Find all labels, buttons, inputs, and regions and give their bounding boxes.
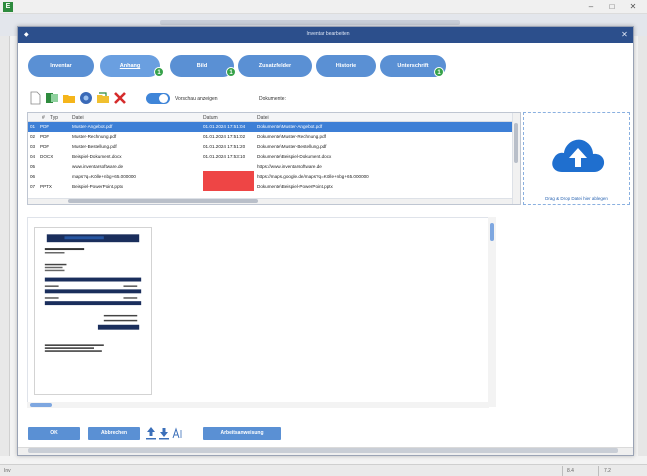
- app-side-panel: [0, 36, 10, 456]
- column-header-file[interactable]: Datei: [72, 115, 84, 121]
- app-logo-icon: E: [3, 2, 13, 12]
- maximize-button[interactable]: □: [603, 1, 621, 13]
- dialog-close-button[interactable]: ✕: [618, 29, 631, 41]
- column-header-number[interactable]: #: [42, 115, 45, 121]
- preview-vertical-scroll-thumb[interactable]: [490, 223, 494, 241]
- preview-horizontal-scroll-thumb[interactable]: [30, 403, 52, 407]
- tab-bild[interactable]: Bild: [170, 55, 234, 77]
- table-row[interactable]: 03 PDF Muster-Bestellung.pdf 01.01.2024 …: [28, 142, 512, 152]
- dialog-titlebar: ◆ Inventar bearbeiten ✕: [18, 27, 633, 43]
- table-horizontal-scroll-thumb[interactable]: [68, 199, 258, 203]
- table-row[interactable]: 06 maps?q=Kölle+nbg+65.000000 https://ma…: [28, 172, 512, 182]
- minimize-button[interactable]: –: [582, 1, 600, 13]
- cancel-button[interactable]: Abbrechen: [88, 427, 140, 440]
- preview-horizontal-scrollbar[interactable]: [27, 402, 489, 408]
- upload-icon[interactable]: [146, 426, 156, 440]
- dialog-icon: ◆: [24, 32, 29, 38]
- status-divider: [562, 466, 563, 476]
- app-titlebar: E – □ ✕: [0, 0, 647, 14]
- status-left: Inv: [4, 468, 11, 474]
- column-header-date[interactable]: Datum: [203, 115, 218, 121]
- table-row[interactable]: 01 PDF Muster-Angebot.pdf 01.01.2024 17:…: [28, 122, 512, 132]
- table-row[interactable]: 07 PPTX Beispiel-PowerPoint.pptx 01.01.2…: [28, 182, 512, 192]
- table-row[interactable]: 05 www.inventarsoftware.de https://www.i…: [28, 162, 512, 172]
- documents-label: Dokumente:: [259, 96, 286, 102]
- tab-anhang[interactable]: Anhang: [100, 55, 160, 77]
- close-button[interactable]: ✕: [624, 1, 642, 13]
- link-icon[interactable]: [79, 91, 93, 105]
- excel-export-icon[interactable]: [45, 91, 59, 105]
- new-file-icon[interactable]: [28, 91, 42, 105]
- status-time: 7.2: [604, 468, 611, 474]
- folder-icon[interactable]: [62, 91, 76, 105]
- tab-historie[interactable]: Historie: [316, 55, 376, 77]
- column-header-type[interactable]: Typ: [50, 115, 58, 121]
- table-vertical-scroll-thumb[interactable]: [514, 123, 518, 163]
- tab-unterschrift-badge: 1: [434, 67, 444, 77]
- redacted-cell: [203, 171, 254, 191]
- preview-vertical-scrollbar[interactable]: [488, 217, 496, 407]
- dialog-horizontal-scroll-thumb[interactable]: [28, 448, 618, 453]
- tab-anhang-badge: 1: [154, 67, 164, 77]
- table-row[interactable]: 02 PDF Muster-Rechnung.pdf 01.01.2024 17…: [28, 132, 512, 142]
- ok-button[interactable]: OK: [28, 427, 80, 440]
- tab-bild-badge: 1: [226, 67, 236, 77]
- work-instruction-button[interactable]: Arbeitsanweisung: [203, 427, 281, 440]
- attachment-table: # Typ Datei Datum Datei 01 PDF Muster-An…: [27, 112, 521, 205]
- open-folder-icon[interactable]: [96, 91, 110, 105]
- preview-toggle-knob: [159, 94, 168, 103]
- inventory-dialog: ◆ Inventar bearbeiten ✕ Inventar Anhang …: [17, 26, 634, 456]
- tab-inventar[interactable]: Inventar: [28, 55, 94, 77]
- upload-hint-text: Drag & Drop Datei hier ablegen: [545, 196, 608, 201]
- status-divider: [598, 466, 599, 476]
- preview-toggle-label: Vorschau anzeigen: [175, 96, 218, 102]
- dialog-title: Inventar bearbeiten: [306, 31, 350, 37]
- document-preview-page: [34, 227, 152, 395]
- app-right-panel: [638, 36, 647, 456]
- app-header-text: [160, 20, 460, 25]
- rename-icon[interactable]: [172, 426, 184, 440]
- column-header-path[interactable]: Datei: [257, 115, 269, 121]
- status-version: 8.4: [567, 468, 574, 474]
- status-bar: Inv 8.4 7.2: [0, 464, 647, 476]
- table-header: # Typ Datei Datum Datei: [28, 113, 512, 122]
- delete-icon[interactable]: [113, 91, 127, 105]
- cloud-upload-icon[interactable]: [548, 132, 608, 180]
- tab-zusatzfelder[interactable]: Zusatzfelder: [238, 55, 312, 77]
- download-icon[interactable]: [159, 426, 169, 440]
- table-row[interactable]: 04 DOCX Beispiel-Dokument.docx 01.01.202…: [28, 152, 512, 162]
